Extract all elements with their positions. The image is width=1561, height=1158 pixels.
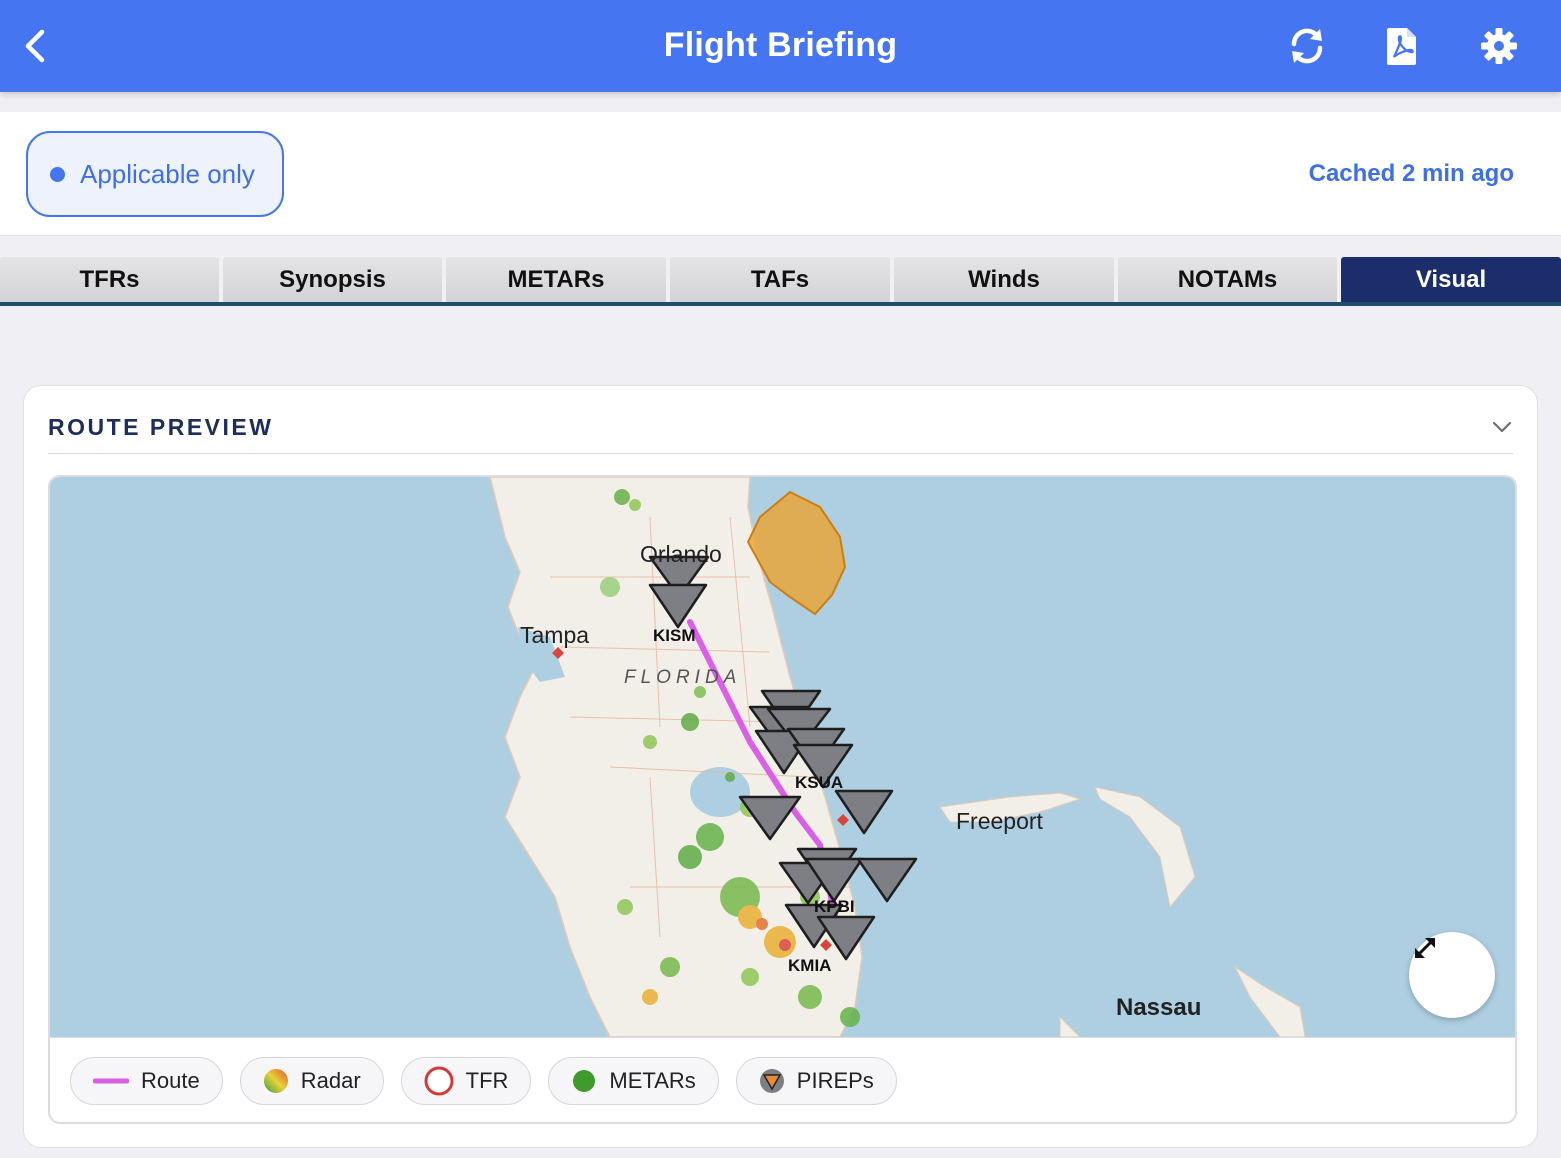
legend-radar-label: Radar xyxy=(300,1068,361,1093)
export-pdf-button[interactable] xyxy=(1378,22,1426,70)
expand-map-button[interactable] xyxy=(1409,932,1495,1018)
legend-pireps[interactable]: PIREPs xyxy=(735,1057,897,1105)
eleuthera xyxy=(1059,1015,1081,1037)
chevron-down-icon xyxy=(1492,421,1512,433)
filter-bar: Applicable only Cached 2 min ago xyxy=(0,112,1561,236)
cache-status: Cached 2 min ago xyxy=(1308,160,1514,187)
card-divider xyxy=(48,453,1513,454)
legend-tfr-label: TFR xyxy=(465,1068,509,1093)
abaco xyxy=(1094,786,1196,909)
collapse-button[interactable] xyxy=(1487,412,1517,442)
tab-metars[interactable]: METARs xyxy=(446,257,666,302)
radar-icon xyxy=(263,1069,288,1093)
tab-winds[interactable]: Winds xyxy=(894,257,1114,302)
map-label-nassau: Nassau xyxy=(1116,994,1202,1021)
route-line-icon xyxy=(93,1078,129,1084)
pirep-triangle-icon xyxy=(759,1069,784,1093)
legend-pireps-label: PIREPs xyxy=(796,1068,874,1093)
tfr-circle-icon xyxy=(424,1066,454,1096)
legend-route-label: Route xyxy=(141,1068,200,1093)
pdf-icon xyxy=(1387,28,1416,65)
map-label-kpbi: KPBI xyxy=(814,897,855,916)
tab-visual[interactable]: Visual xyxy=(1341,257,1561,302)
map-label-kism: KISM xyxy=(653,626,696,645)
settings-button[interactable] xyxy=(1475,22,1523,70)
legend-route[interactable]: Route xyxy=(70,1057,223,1105)
metar-dot-icon xyxy=(573,1070,596,1092)
refresh-button[interactable] xyxy=(1283,22,1331,70)
card-title: ROUTE PREVIEW xyxy=(48,414,274,440)
map-label-ksua: KSUA xyxy=(795,773,844,792)
toggle-dot-icon xyxy=(50,166,65,182)
map-legend: Route Radar TFR METARs PIREPs xyxy=(50,1037,1515,1122)
map-label-tampa: Tampa xyxy=(520,622,590,648)
route-map[interactable]: Orlando Tampa FLORIDA Freeport Nassau KI… xyxy=(50,477,1515,1037)
top-bar: Flight Briefing xyxy=(0,0,1561,92)
applicable-only-toggle[interactable]: Applicable only xyxy=(26,131,284,217)
gear-icon xyxy=(1481,28,1517,64)
legend-radar[interactable]: Radar xyxy=(239,1057,384,1105)
andros xyxy=(1233,965,1306,1037)
tab-synopsis[interactable]: Synopsis xyxy=(223,257,442,302)
map-label-florida: FLORIDA xyxy=(624,667,742,688)
tab-bar: TFRs Synopsis METARs TAFs Winds NOTAMs V… xyxy=(0,257,1561,306)
map-label-kmia: KMIA xyxy=(788,956,832,975)
map-label-freeport: Freeport xyxy=(956,808,1043,834)
tab-notams[interactable]: NOTAMs xyxy=(1118,257,1337,302)
route-preview-card: ROUTE PREVIEW Orlando Tampa FLORIDA Free… xyxy=(23,385,1538,1148)
map-graphic xyxy=(489,477,1306,1037)
kpbi-marker xyxy=(837,814,849,826)
map-label-orlando: Orlando xyxy=(640,541,722,567)
refresh-icon xyxy=(1291,28,1323,64)
tab-tfrs[interactable]: TFRs xyxy=(0,257,219,302)
applicable-only-label: Applicable only xyxy=(80,158,255,189)
tab-tafs[interactable]: TAFs xyxy=(670,257,890,302)
legend-metars-label: METARs xyxy=(609,1068,696,1093)
legend-metars[interactable]: METARs xyxy=(548,1057,719,1105)
legend-tfr[interactable]: TFR xyxy=(400,1057,532,1105)
expand-icon xyxy=(1415,938,1435,958)
map-frame: Orlando Tampa FLORIDA Freeport Nassau KI… xyxy=(48,475,1517,1124)
